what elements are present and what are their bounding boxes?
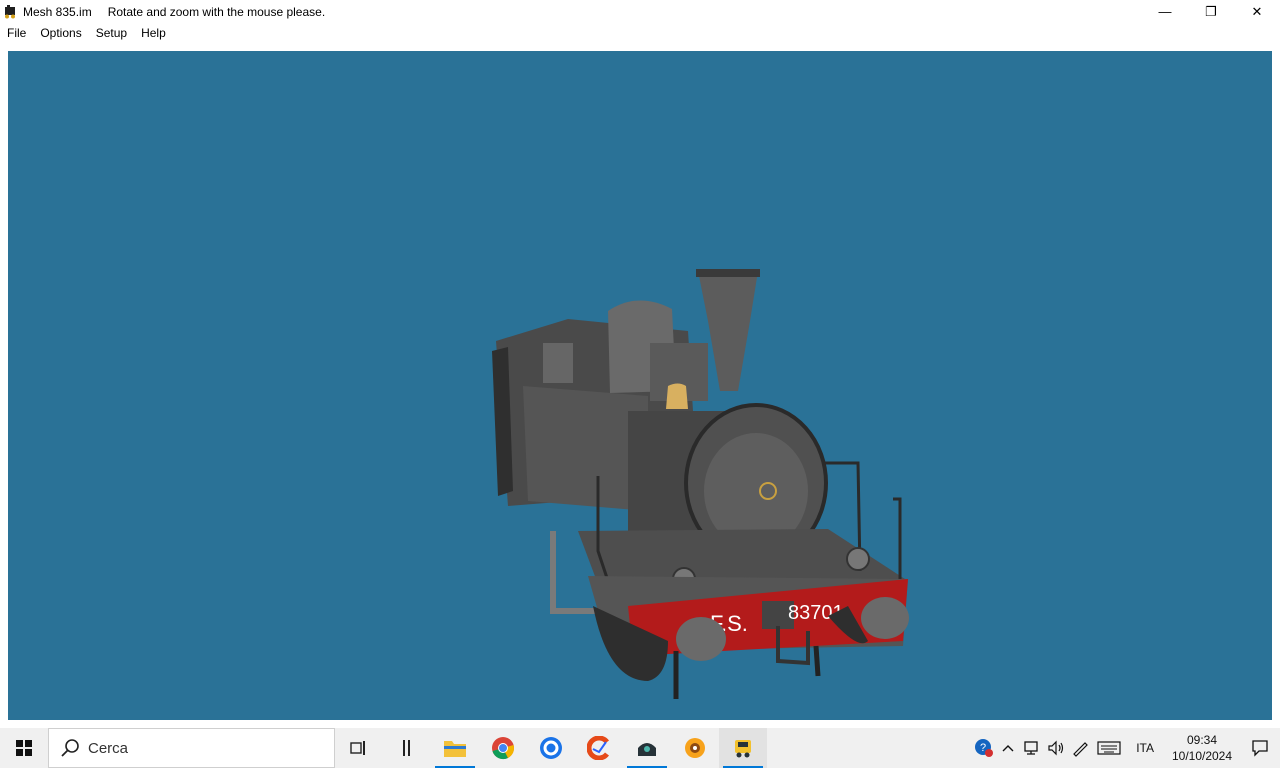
buffer-right [861,597,909,639]
language-indicator[interactable]: ITA [1126,741,1164,755]
system-tray: ? ITA 09:34 10/10/2024 [972,728,1280,768]
chrome-icon[interactable] [479,728,527,768]
locomotive-model: F.S. 83701 [492,269,909,699]
minimize-button[interactable]: — [1142,0,1188,23]
app-locomotive-icon [5,4,15,18]
network-icon[interactable] [1020,728,1044,768]
chevron-up-icon[interactable] [996,728,1020,768]
pen-icon[interactable] [1068,728,1092,768]
taskbar: Cerca ? ITA 09:34 10/10/2024 [0,728,1280,768]
3d-viewport[interactable]: F.S. 83701 [8,51,1272,720]
clock-date: 10/10/2024 [1171,749,1233,763]
buffer-left [676,617,726,661]
brass-bell [666,383,688,409]
window-title: Mesh 835.im [23,4,92,19]
menu-help[interactable]: Help [134,23,173,43]
taskbar-search[interactable]: Cerca [48,728,335,768]
menu-options[interactable]: Options [33,23,88,43]
blue-circle-app-icon[interactable] [527,728,575,768]
close-button[interactable]: ✕ [1234,0,1280,23]
window-message: Rotate and zoom with the mouse please. [107,4,326,19]
menu-bar: File Options Setup Help [0,23,1280,43]
help-alert-icon[interactable]: ? [972,728,996,768]
title-bar: Mesh 835.im Rotate and zoom with the mou… [0,0,1280,23]
restore-button[interactable]: ❐ [1188,0,1234,23]
lifeguard-right [813,645,821,677]
mesh-viewer-icon[interactable] [719,728,767,768]
windows-logo-icon [16,740,32,756]
menu-file[interactable]: File [0,23,33,43]
volume-icon[interactable] [1044,728,1068,768]
ccleaner-icon[interactable] [575,728,623,768]
search-placeholder: Cerca [88,739,129,757]
chimney-cap [696,269,760,277]
search-icon [61,739,79,757]
start-button[interactable] [0,728,48,768]
notification-icon[interactable] [1240,728,1280,768]
task-view-icon[interactable] [335,728,383,768]
clock[interactable]: 09:34 10/10/2024 [1164,732,1240,764]
lamp-right [846,547,870,571]
handrail-far [893,497,902,581]
steam-locomotive-app-icon[interactable] [623,728,671,768]
file-explorer-icon[interactable] [431,728,479,768]
menu-setup[interactable]: Setup [89,23,134,43]
clock-time: 09:34 [1186,733,1218,747]
keyboard-icon[interactable] [1092,728,1126,768]
cab-window [543,343,573,383]
window-controls: — ❐ ✕ [1142,0,1280,23]
widgets-icon[interactable] [383,728,431,768]
orange-wheel-app-icon[interactable] [671,728,719,768]
